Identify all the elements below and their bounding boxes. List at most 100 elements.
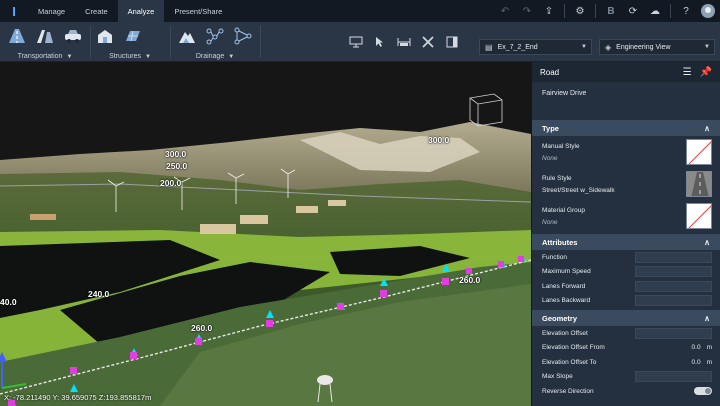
manual-style-label: Manual Style	[542, 142, 580, 150]
properties-panel: Road ☰ 📌 Fairview Drive Type ∧ Manual St…	[531, 62, 720, 406]
feature-name: Fairview Drive	[542, 89, 587, 97]
tab-create[interactable]: Create	[75, 0, 118, 22]
lanes-backward-field[interactable]	[635, 295, 712, 307]
manual-style-swatch[interactable]	[686, 139, 712, 165]
elevation-label: 200.0	[160, 178, 182, 188]
chevron-up-icon[interactable]: ∧	[704, 124, 710, 133]
attribute-row: Lanes Forward	[532, 279, 720, 294]
geometry-label: Elevation Offset From	[542, 344, 605, 352]
tools-icon[interactable]	[418, 32, 438, 52]
geometry-row: Reverse Direction	[532, 384, 720, 399]
geometry-label: Elevation Offset	[542, 329, 588, 337]
toolbar-divider	[595, 4, 596, 18]
geometry-row: Elevation Offset From 0.0 m	[532, 341, 720, 356]
measure-icon[interactable]	[394, 32, 414, 52]
ribbon-divider	[260, 26, 261, 58]
pin-icon[interactable]: 📌	[700, 67, 712, 78]
attribute-row: Maximum Speed	[532, 265, 720, 280]
view-tools	[346, 32, 462, 52]
chevron-down-icon: ▼	[704, 44, 710, 50]
geometry-label: Max Slope	[542, 373, 573, 381]
tab-present-share[interactable]: Present/Share	[164, 0, 232, 22]
chevron-down-icon: ▼	[144, 54, 151, 60]
elevation-label: 260.0	[191, 323, 213, 333]
chevron-down-icon: ▼	[228, 54, 235, 60]
panel-title: Road	[540, 67, 560, 77]
ribbon-group-label[interactable]: Structures ▼	[90, 53, 170, 60]
ribbon-group-label[interactable]: Transportation ▼	[0, 53, 90, 60]
presentation-screen-icon[interactable]	[346, 32, 366, 52]
material-group-label: Material Group	[542, 206, 585, 214]
rule-style-label: Rule Style	[542, 174, 572, 182]
app-logo-icon[interactable]: I	[0, 0, 28, 22]
reverse-direction-toggle[interactable]	[694, 387, 712, 396]
settings-icon[interactable]: ⚙	[570, 0, 590, 22]
bridge-tool-icon[interactable]	[34, 26, 56, 46]
geometry-row: Elevation Offset	[532, 326, 720, 341]
refresh-icon[interactable]: ⟳	[623, 0, 643, 22]
function-field[interactable]	[635, 251, 712, 263]
user-icon[interactable]	[698, 0, 718, 22]
section-header-type[interactable]: Type ∧	[532, 120, 720, 136]
3d-viewport[interactable]: 300.0 250.0 200.0 300.0 240.0 260.0 260.…	[0, 62, 531, 406]
elevation-offset-from-value[interactable]: 0.0	[692, 344, 701, 351]
chevron-up-icon[interactable]: ∧	[704, 238, 710, 247]
material-group-swatch[interactable]	[686, 203, 712, 229]
scenario-dropdown[interactable]: ▤ Ex_7_2_End ▼	[479, 39, 592, 55]
attribute-label: Maximum Speed	[542, 268, 591, 276]
layers-panel-icon[interactable]	[442, 32, 462, 52]
drainage-network-icon[interactable]	[204, 26, 226, 46]
elevation-label: 250.0	[166, 161, 188, 171]
ribbon-group-drainage: Drainage ▼	[170, 22, 260, 62]
tab-analyze[interactable]: Analyze	[117, 0, 165, 22]
vehicle-tool-icon[interactable]	[62, 26, 84, 46]
elevation-label: 240.0	[88, 289, 110, 299]
attribute-row: Function	[532, 250, 720, 265]
help-icon[interactable]: ?	[676, 0, 696, 22]
ribbon-group-label[interactable]: Drainage ▼	[170, 53, 260, 60]
tab-manage[interactable]: Manage	[28, 0, 75, 22]
ribbon-toolbar: Transportation ▼ Structures ▼ Drainage ▼…	[0, 22, 720, 62]
attribute-label: Lanes Backward	[542, 297, 591, 305]
elevation-label: 300.0	[165, 149, 187, 159]
geometry-label: Elevation Offset To	[542, 358, 597, 366]
rule-style-value: Street/Street w_Sidewalk	[542, 186, 615, 194]
geometry-label: Reverse Direction	[542, 387, 594, 395]
manual-style-value: None	[542, 154, 558, 162]
camera-view-icon: ◈	[605, 42, 612, 52]
ribbon-group-transportation: Transportation ▼	[0, 22, 90, 62]
elevation-label: 300.0	[428, 135, 450, 145]
max-slope-field[interactable]	[635, 371, 712, 383]
top-right-toolbar: ↶ ↷ ⇪ ⚙ B ⟳ ☁ ?	[495, 0, 718, 22]
material-group-value: None	[542, 218, 558, 226]
redo-icon[interactable]: ↷	[517, 0, 537, 22]
elevation-offset-to-value[interactable]: 0.0	[692, 359, 701, 366]
undo-icon[interactable]: ↶	[495, 0, 515, 22]
share-icon[interactable]: ⇪	[539, 0, 559, 22]
menu-icon[interactable]: ☰	[683, 67, 692, 78]
material-group-row: Material Group None	[532, 200, 720, 232]
solar-panel-tool-icon[interactable]	[122, 26, 144, 46]
lanes-forward-field[interactable]	[635, 280, 712, 292]
cursor-coordinates: X: -78.211490 Y: 39.659075 Z:193.855817m	[4, 393, 152, 402]
attribute-label: Function	[542, 253, 567, 261]
toolbar-divider	[670, 4, 671, 18]
road-tool-icon[interactable]	[6, 26, 28, 46]
maximum-speed-field[interactable]	[635, 266, 712, 278]
view-mode-dropdown[interactable]: ◈ Engineering View ▼	[599, 39, 715, 55]
b-icon[interactable]: B	[601, 0, 621, 22]
geometry-row: Elevation Offset To 0.0 m	[532, 355, 720, 370]
elevation-offset-field[interactable]	[635, 327, 712, 339]
section-header-geometry[interactable]: Geometry ∧	[532, 310, 720, 326]
watershed-tool-icon[interactable]	[176, 26, 198, 46]
chevron-up-icon[interactable]: ∧	[704, 314, 710, 323]
rule-style-swatch[interactable]	[686, 171, 712, 197]
chevron-down-icon: ▼	[581, 44, 587, 50]
cloud-icon[interactable]: ☁	[645, 0, 665, 22]
select-cursor-icon[interactable]	[370, 32, 390, 52]
section-header-attributes[interactable]: Attributes ∧	[532, 234, 720, 250]
flow-path-icon[interactable]	[232, 26, 254, 46]
attribute-row: Lanes Backward	[532, 294, 720, 309]
building-tool-icon[interactable]	[94, 26, 116, 46]
scenario-icon: ▤	[485, 42, 493, 52]
